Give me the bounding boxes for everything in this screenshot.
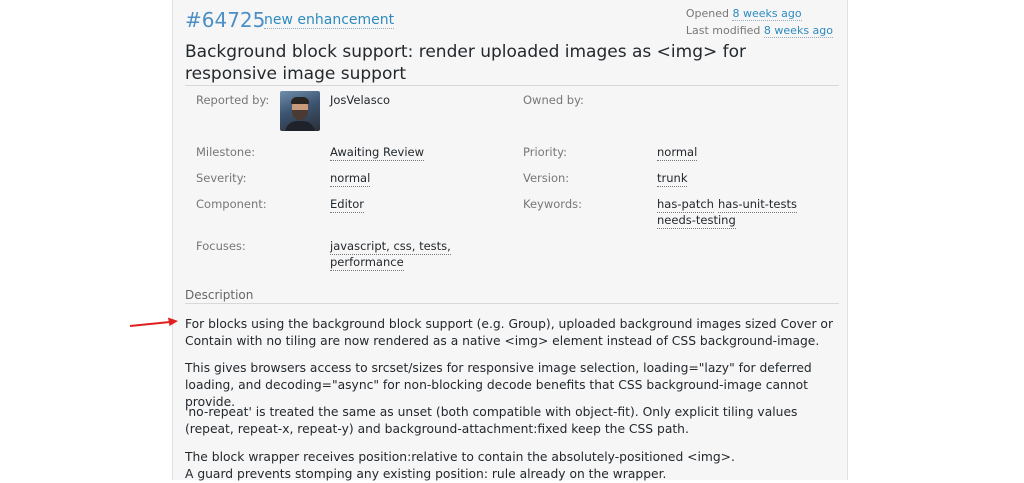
reported-by-label: Reported by: [196, 93, 270, 107]
ticket-id[interactable]: #64725 [185, 8, 265, 32]
description-divider [185, 303, 839, 304]
version-link[interactable]: trunk [657, 171, 688, 187]
keyword-has-patch[interactable]: has-patch [657, 197, 714, 213]
keyword-has-patch-link[interactable]: has-patch [657, 197, 714, 213]
focuses-line-1[interactable]: javascript, css, tests, [330, 239, 451, 255]
modified-row: Last modified 8 weeks ago [686, 22, 833, 39]
reporter-avatar[interactable] [280, 91, 320, 131]
priority-value[interactable]: normal [657, 145, 698, 161]
modified-label: Last modified [685, 24, 761, 37]
severity-value[interactable]: normal [330, 171, 371, 187]
ticket-summary: Background block support: render uploade… [185, 42, 747, 84]
properties-divider [185, 85, 839, 86]
focuses-line-2[interactable]: performance [330, 255, 404, 271]
version-label: Version: [523, 171, 570, 185]
priority-link[interactable]: normal [657, 145, 698, 161]
ticket-dates: Opened 8 weeks ago Last modified 8 weeks… [686, 5, 833, 39]
milestone-value[interactable]: Awaiting Review [330, 145, 425, 161]
severity-link[interactable]: normal [330, 171, 371, 187]
component-link[interactable]: Editor [330, 197, 365, 213]
version-value[interactable]: trunk [657, 171, 688, 187]
keyword-needs-testing-link[interactable]: needs-testing [657, 213, 736, 229]
description-heading: Description [185, 288, 254, 302]
priority-label: Priority: [523, 145, 567, 159]
opened-row: Opened 8 weeks ago [686, 5, 833, 22]
focuses-label: Focuses: [196, 239, 246, 253]
keyword-needs-testing[interactable]: needs-testing [657, 213, 736, 229]
red-arrow-icon [129, 317, 178, 327]
reporter-name[interactable]: JosVelasco [330, 93, 390, 107]
ticket-type-link[interactable]: new enhancement [264, 12, 395, 29]
focuses-links-1[interactable]: javascript, css, tests, [330, 239, 451, 255]
component-label: Component: [196, 197, 267, 211]
description-paragraph-4: The block wrapper receives position:rela… [185, 450, 735, 464]
focuses-link-performance[interactable]: performance [330, 255, 404, 271]
owned-by-label: Owned by: [523, 93, 584, 107]
severity-label: Severity: [196, 171, 247, 185]
keyword-has-unit-tests[interactable]: has-unit-tests [718, 197, 797, 213]
modified-link[interactable]: 8 weeks ago [763, 24, 833, 38]
component-value[interactable]: Editor [330, 197, 365, 213]
description-paragraph-1: For blocks using the background block su… [185, 317, 833, 348]
keywords-label: Keywords: [523, 197, 582, 211]
opened-label: Opened [685, 7, 729, 20]
ticket-panel: #64725 new enhancement Opened 8 weeks ag… [172, 0, 848, 481]
milestone-link[interactable]: Awaiting Review [330, 145, 425, 161]
milestone-label: Milestone: [196, 145, 256, 159]
opened-link[interactable]: 8 weeks ago [732, 7, 802, 21]
keyword-has-unit-tests-link[interactable]: has-unit-tests [718, 197, 797, 213]
description-paragraph-5: A guard prevents stomping any existing p… [185, 467, 667, 481]
description-paragraph-3: 'no-repeat' is treated the same as unset… [185, 405, 798, 436]
